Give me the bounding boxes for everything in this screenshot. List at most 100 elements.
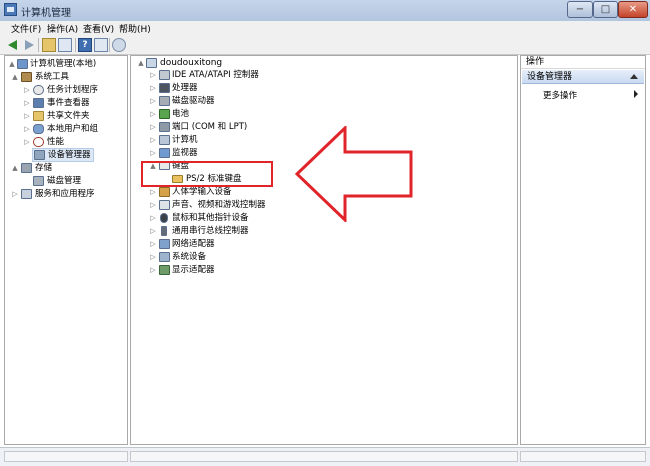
tools-icon: [21, 72, 32, 82]
toolbar-separator: [75, 38, 76, 52]
device-category-label: IDE ATA/ATAPI 控制器: [172, 70, 259, 80]
usb-icon: [161, 226, 167, 236]
services-icon: [21, 189, 32, 199]
event-viewer-icon: [33, 98, 44, 108]
performance-icon: [33, 137, 44, 147]
monitor-icon: [159, 148, 170, 158]
shared-folder-icon: [33, 111, 44, 121]
collapse-section-icon[interactable]: [630, 74, 638, 79]
submenu-arrow-icon[interactable]: [634, 90, 638, 98]
system-device-icon: [159, 252, 170, 262]
back-arrow-icon[interactable]: [6, 38, 20, 52]
properties-icon[interactable]: [94, 38, 108, 52]
up-folder-icon[interactable]: [42, 38, 56, 52]
device-category-label: 人体学输入设备: [172, 187, 232, 197]
device-category-label: 端口 (COM 和 LPT): [172, 122, 248, 132]
disk-management-icon: [33, 176, 44, 186]
menu-file[interactable]: 文件(F): [11, 22, 41, 35]
expand-icon[interactable]: ▷: [149, 134, 157, 147]
console-tree-pane: ▲ 计算机管理(本地) ▲ 系统工具 ▷ 任务计划程序 ▷ 事件查看器 ▷ 共享…: [4, 55, 128, 445]
computer-management-icon: [4, 3, 17, 16]
expand-icon[interactable]: ▷: [23, 84, 31, 97]
highlight-box: [141, 161, 273, 187]
device-category-label: 磁盘驱动器: [172, 96, 215, 106]
expand-icon[interactable]: ▷: [149, 264, 157, 277]
menu-view[interactable]: 查看(V): [83, 22, 114, 35]
tree-label: 计算机管理(本地): [30, 59, 97, 69]
tree-item-device-manager[interactable]: 设备管理器: [32, 148, 94, 162]
computer-icon: [159, 135, 170, 145]
close-button[interactable]: ✕: [618, 1, 648, 18]
actions-section-device-manager[interactable]: 设备管理器: [522, 70, 644, 84]
expand-icon[interactable]: ▷: [149, 212, 157, 225]
window-title: 计算机管理: [21, 8, 71, 19]
device-category-label: 监视器: [172, 148, 198, 158]
forward-arrow-icon[interactable]: [22, 38, 36, 52]
expand-icon[interactable]: ▷: [11, 188, 19, 201]
display-adapter-icon: [159, 265, 170, 275]
collapse-icon[interactable]: ▲: [11, 162, 19, 175]
tree-label: 共享文件夹: [47, 111, 90, 121]
disk-drive-icon: [159, 96, 170, 106]
menu-help[interactable]: 帮助(H): [119, 22, 151, 35]
device-category-label: 声音、视频和游戏控制器: [172, 200, 266, 210]
expand-icon[interactable]: ▷: [149, 121, 157, 134]
minimize-button[interactable]: −: [567, 1, 593, 18]
title-bar: 计算机管理 − □ ✕: [0, 0, 650, 22]
menu-bar: 文件(F) 操作(A) 查看(V) 帮助(H): [0, 21, 650, 37]
tree-label: 系统工具: [35, 72, 70, 82]
status-segment: [520, 451, 646, 462]
ide-controller-icon: [159, 70, 170, 80]
battery-icon: [159, 109, 170, 119]
collapse-icon[interactable]: ▲: [8, 58, 16, 71]
expand-icon[interactable]: ▷: [149, 238, 157, 251]
port-icon: [159, 122, 170, 132]
device-category-label: 网络适配器: [172, 239, 215, 249]
actions-pane: 操作 设备管理器 更多操作: [520, 55, 646, 445]
expand-icon[interactable]: ▷: [149, 95, 157, 108]
expand-icon[interactable]: ▷: [149, 108, 157, 121]
toolbar: ?: [0, 36, 650, 55]
device-category-label: 处理器: [172, 83, 198, 93]
device-category-label: 显示适配器: [172, 265, 215, 275]
maximize-button[interactable]: □: [593, 1, 618, 18]
device-manager-icon: [34, 150, 45, 160]
status-segment: [4, 451, 128, 462]
expand-icon[interactable]: ▷: [23, 110, 31, 123]
status-segment: [130, 451, 518, 462]
mouse-icon: [160, 213, 168, 223]
expand-icon[interactable]: ▷: [149, 69, 157, 82]
device-category-label: 鼠标和其他指针设备: [172, 213, 249, 223]
more-actions-link[interactable]: 更多操作: [543, 89, 577, 101]
toolbar-separator: [109, 38, 110, 52]
toolbar-separator: [38, 38, 39, 52]
expand-icon[interactable]: ▷: [149, 225, 157, 238]
clock-icon: [33, 85, 44, 95]
device-category-label: 系统设备: [172, 252, 207, 262]
expand-icon[interactable]: ▷: [149, 147, 157, 160]
console-tree-icon[interactable]: [58, 38, 72, 52]
speaker-icon: [159, 200, 170, 210]
expand-icon[interactable]: ▷: [149, 251, 157, 264]
device-category-label: 电池: [172, 109, 190, 119]
actions-section-label: 设备管理器: [527, 72, 573, 82]
expand-icon[interactable]: ▷: [149, 186, 157, 199]
tree-label: 任务计划程序: [47, 85, 99, 95]
expand-icon[interactable]: ▷: [149, 82, 157, 95]
expand-icon[interactable]: ▷: [23, 136, 31, 149]
collapse-icon[interactable]: ▲: [11, 71, 19, 84]
device-category-label: 计算机: [172, 135, 198, 145]
expand-icon[interactable]: ▷: [23, 123, 31, 136]
tree-label: 存储: [35, 163, 53, 173]
computer-management-icon: [17, 59, 28, 69]
collapse-icon[interactable]: ▲: [137, 57, 145, 70]
expand-icon[interactable]: ▷: [23, 97, 31, 110]
device-tree-pane: ▲ doudouxitong ▷ IDE ATA/ATAPI 控制器 ▷ 处理器…: [130, 55, 518, 445]
scan-hardware-icon[interactable]: [112, 38, 126, 52]
menu-action[interactable]: 操作(A): [47, 22, 78, 35]
help-icon[interactable]: ?: [78, 38, 92, 52]
tree-label: 设备管理器: [48, 150, 91, 160]
tree-label: 本地用户和组: [47, 124, 99, 134]
expand-icon[interactable]: ▷: [149, 199, 157, 212]
computer-icon: [146, 58, 157, 68]
